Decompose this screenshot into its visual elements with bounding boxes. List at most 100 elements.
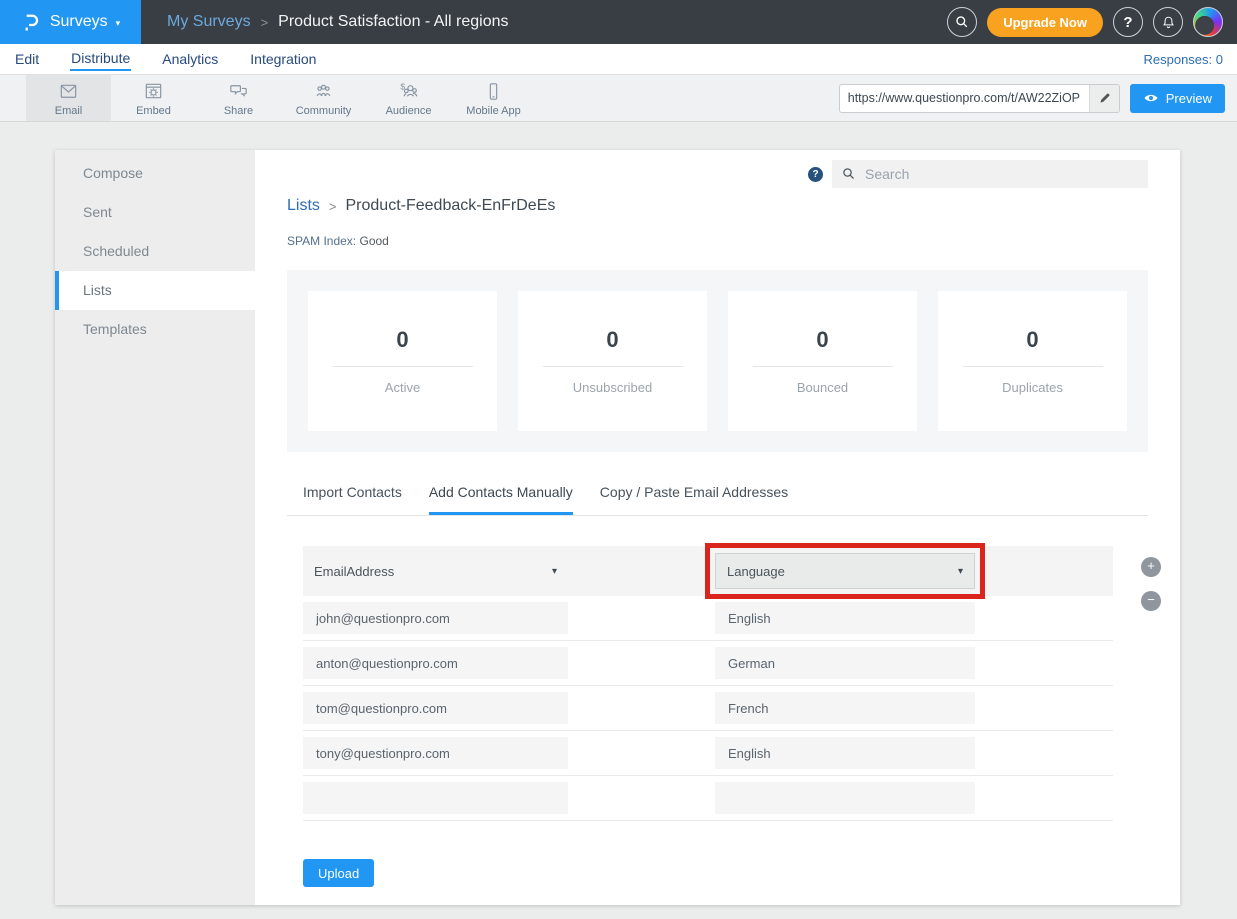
stat-value: 0: [606, 327, 618, 353]
breadcrumb-lists-link[interactable]: Lists: [287, 197, 320, 215]
preview-button[interactable]: Preview: [1130, 84, 1225, 113]
survey-nav: Edit Distribute Analytics Integration Re…: [0, 44, 1237, 75]
tab-import-contacts[interactable]: Import Contacts: [303, 484, 402, 515]
channel-label: Embed: [136, 105, 171, 117]
contact-row: [303, 686, 1113, 731]
email-input[interactable]: [303, 692, 568, 724]
breadcrumb: My Surveys > Product Satisfaction - All …: [167, 13, 509, 31]
language-input[interactable]: [715, 602, 975, 634]
breadcrumb-my-surveys[interactable]: My Surveys: [167, 13, 251, 31]
breadcrumb-separator-icon: >: [261, 15, 269, 30]
channel-tabs: Email Embed Share: [26, 75, 536, 121]
product-label: Surveys: [50, 13, 108, 31]
product-switcher[interactable]: Surveys ▾: [0, 0, 141, 44]
channel-label: Community: [296, 105, 352, 117]
tab-add-contacts-manually[interactable]: Add Contacts Manually: [429, 484, 573, 515]
spam-index-value: Good: [359, 234, 388, 248]
nav-integration[interactable]: Integration: [249, 48, 317, 70]
content-top-bar: ?: [287, 160, 1148, 188]
search-icon: [954, 14, 970, 30]
search-button[interactable]: [947, 7, 977, 37]
chevron-down-icon: ▾: [116, 18, 121, 29]
chat-bubbles-icon: [227, 80, 250, 103]
column-mapping-row: EmailAddress ▾ Language ▾: [303, 546, 1113, 596]
channel-label: Mobile App: [466, 105, 520, 117]
breadcrumb-separator-icon: >: [329, 199, 337, 214]
email-input[interactable]: [303, 737, 568, 769]
survey-url-area: Preview: [839, 84, 1225, 113]
breadcrumb-current-survey: Product Satisfaction - All regions: [278, 13, 508, 31]
channel-community[interactable]: Community: [281, 75, 366, 121]
spam-index: SPAM Index: Good: [287, 234, 1148, 248]
email-column-label: EmailAddress: [314, 564, 394, 579]
chevron-down-icon: ▾: [552, 566, 557, 577]
nav-distribute[interactable]: Distribute: [70, 47, 131, 71]
email-input[interactable]: [303, 602, 568, 634]
channel-label: Email: [55, 105, 83, 117]
embed-window-icon: [142, 80, 165, 103]
stat-value: 0: [1026, 327, 1038, 353]
upgrade-now-button[interactable]: Upgrade Now: [987, 8, 1103, 37]
nav-analytics[interactable]: Analytics: [161, 48, 219, 70]
breadcrumb-list-name: Product-Feedback-EnFrDeEs: [346, 197, 556, 215]
channel-email[interactable]: Email: [26, 75, 111, 121]
contacts-tabs: Import Contacts Add Contacts Manually Co…: [287, 484, 1148, 516]
language-column-select[interactable]: Language ▾: [715, 553, 975, 589]
language-input[interactable]: [715, 692, 975, 724]
add-row-button[interactable]: +: [1141, 557, 1161, 577]
nav-edit[interactable]: Edit: [14, 48, 40, 70]
survey-url-input[interactable]: [840, 85, 1089, 112]
divider: [753, 366, 893, 367]
tab-copy-paste-email[interactable]: Copy / Paste Email Addresses: [600, 484, 788, 515]
channel-embed[interactable]: Embed: [111, 75, 196, 121]
search-input[interactable]: [865, 166, 1138, 182]
question-mark-icon: ?: [1123, 14, 1132, 31]
header-actions: Upgrade Now ?: [947, 7, 1223, 37]
sidebar-item-scheduled[interactable]: Scheduled: [55, 232, 255, 271]
stat-value: 0: [816, 327, 828, 353]
help-icon[interactable]: ?: [808, 167, 823, 182]
stat-value: 0: [396, 327, 408, 353]
responses-count[interactable]: Responses: 0: [1144, 52, 1224, 67]
magnifier-icon: [842, 167, 856, 181]
bell-icon: [1160, 14, 1177, 31]
contact-row: [303, 731, 1113, 776]
contact-row: [303, 596, 1113, 641]
channel-mobile-app[interactable]: Mobile App: [451, 75, 536, 121]
envelope-icon: [57, 80, 80, 103]
email-input[interactable]: [303, 782, 568, 814]
sidebar-item-lists[interactable]: Lists: [55, 271, 255, 310]
page-background: Compose Sent Scheduled Lists Templates ?: [0, 122, 1237, 919]
channel-label: Audience: [386, 105, 432, 117]
email-input[interactable]: [303, 647, 568, 679]
stat-label: Bounced: [797, 380, 848, 395]
channel-share[interactable]: Share: [196, 75, 281, 121]
list-stats: 0 Active 0 Unsubscribed 0 Bounced 0: [287, 270, 1148, 452]
language-input[interactable]: [715, 647, 975, 679]
pencil-icon: [1098, 92, 1111, 105]
stat-label: Unsubscribed: [573, 380, 653, 395]
sidebar-item-templates[interactable]: Templates: [55, 310, 255, 349]
help-button[interactable]: ?: [1113, 7, 1143, 37]
user-avatar[interactable]: [1193, 7, 1223, 37]
notifications-button[interactable]: [1153, 7, 1183, 37]
language-input[interactable]: [715, 782, 975, 814]
questionpro-logo-icon: [21, 12, 42, 33]
contacts-table: EmailAddress ▾ Language ▾: [303, 546, 1113, 821]
email-column-select[interactable]: EmailAddress ▾: [303, 553, 568, 589]
remove-row-button[interactable]: −: [1141, 591, 1161, 611]
stat-card-active: 0 Active: [308, 291, 497, 431]
language-column-label: Language: [727, 564, 785, 579]
sidebar-item-compose[interactable]: Compose: [55, 154, 255, 193]
edit-url-button[interactable]: [1089, 85, 1119, 112]
preview-label: Preview: [1166, 91, 1212, 106]
stat-label: Active: [385, 380, 420, 395]
upload-button[interactable]: Upload: [303, 859, 374, 887]
sidebar-item-sent[interactable]: Sent: [55, 193, 255, 232]
channel-audience[interactable]: $ Audience: [366, 75, 451, 121]
contact-row: [303, 776, 1113, 821]
stat-card-duplicates: 0 Duplicates: [938, 291, 1127, 431]
eye-icon: [1143, 92, 1159, 104]
language-input[interactable]: [715, 737, 975, 769]
dollar-people-icon: $: [397, 80, 420, 103]
